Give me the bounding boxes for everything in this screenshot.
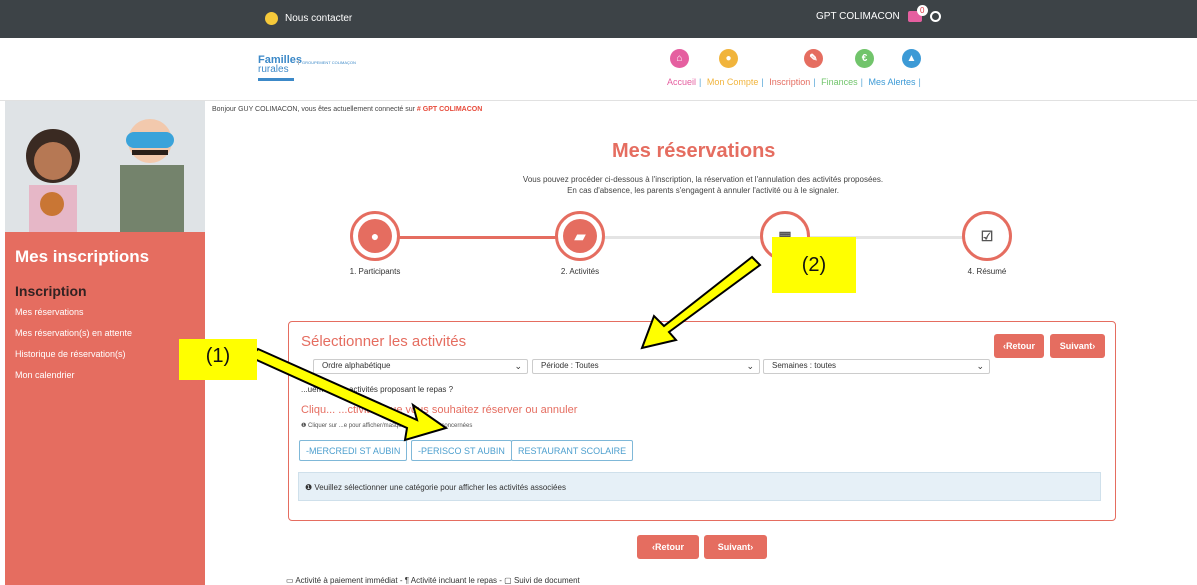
logo-bar [258,78,294,81]
category-mercredi[interactable]: -MERCREDI ST AUBIN [299,440,408,461]
page-title: Mes réservations [612,140,776,162]
welcome-message: Bonjour GUY COLIMACON, vous êtes actuell… [212,106,417,113]
period-select[interactable]: Période : Toutes ⌄ [532,359,760,374]
account-name: GPT COLIMACON [816,11,900,22]
next-button-top[interactable]: Suivant› [1050,334,1105,358]
panel-title: Sélectionner les activités [301,333,467,350]
weeks-select[interactable]: Semaines : toutes ⌄ [763,359,990,374]
header: Familles rurales GROUPEMENT COLIMAÇON ⌂ … [0,38,1197,101]
hint-text: ❶ Cliquer sur ...e pour afficher/masquer… [301,423,473,429]
sidebar-item-reservations[interactable]: Mes réservations [15,307,132,328]
mail-badge: 0 [916,5,928,16]
euro-icon[interactable]: € [855,49,874,68]
users-icon: ● [358,219,392,253]
activity-panel: Sélectionner les activités ‹Retour Suiva… [288,321,1116,521]
book-icon: ▰ [563,219,597,253]
alert-icon[interactable]: ▲ [902,49,921,68]
welcome-text: Bonjour GUY COLIMACON, vous êtes actuell… [212,106,482,113]
nav-links: Accueil | Mon Compte | Inscription | Financ… [664,77,921,87]
category-restaurant[interactable]: RESTAURANT SCOLAIRE [511,440,634,461]
sidebar-item-pending[interactable]: Mes réservation(s) en attente [15,328,132,349]
nav-inscription[interactable]: Inscription [766,77,813,87]
home-icon[interactable]: ⌂ [670,49,689,68]
category-perisco[interactable]: -PERISCO ST AUBIN [411,440,512,461]
account-icon[interactable]: ● [719,49,738,68]
sidebar: Mes inscriptions Inscription Mes réserva… [5,101,205,585]
logo-line2: rurales [258,64,289,75]
next-button[interactable]: Suivant› [704,535,767,559]
contact-label: Nous contacter [285,13,353,24]
nav-mon-compte[interactable]: Mon Compte [704,77,762,87]
account-area[interactable]: GPT COLIMACON 0 [816,5,941,22]
step-label: 2. Activités [560,267,600,276]
period-value: Période : Toutes [541,361,599,370]
step-line-1 [375,236,580,239]
chevron-down-icon: ⌄ [746,361,754,371]
chevron-down-icon: ⌄ [976,361,984,371]
mail-icon[interactable]: 0 [907,5,928,22]
progress-steps: ● 1. Participants ▰ 2. Activités ▦ 3. ..… [340,211,1020,281]
weeks-value: Semaines : toutes [772,361,837,370]
sidebar-item-calendar[interactable]: Mon calendrier [15,370,132,391]
pencil-icon[interactable]: ✎ [804,49,823,68]
chevron-down-icon: ⌄ [514,361,522,371]
sidebar-section: Inscription [15,283,87,299]
top-bar: Nous contacter GPT COLIMACON 0 [0,0,1197,38]
back-button[interactable]: ‹Retour [637,535,699,559]
sidebar-menu: Mes réservations Mes réservation(s) en a… [15,307,132,391]
step-activities[interactable]: ▰ 2. Activités [555,211,605,276]
legend-note: ▭ Activité à paiement immédiat - ¶ Activ… [286,576,580,585]
back-button-top[interactable]: ‹Retour [994,334,1044,358]
nav-finances[interactable]: Finances [818,77,861,87]
children-illustration [5,101,205,232]
notice-box: ❶ Veuillez sélectionner une catégorie po… [298,472,1101,501]
callout-one: (1) [179,339,257,380]
step-summary[interactable]: ☑ 4. Résumé [962,211,1012,276]
nav-accueil[interactable]: Accueil [664,77,699,87]
contact-link[interactable]: Nous contacter [265,12,352,25]
step-label: 1. Participants [349,267,401,276]
click-instruction: Cliqu... ...ctivités que vous souhaitez … [301,404,578,416]
intro-line2: En cas d'absence, les parents s'engagent… [567,186,839,195]
nav-mes-alertes[interactable]: Mes Alertes [865,77,918,87]
step-participants[interactable]: ● 1. Participants [350,211,400,276]
step-label: 4. Résumé [967,267,1007,276]
logout-icon[interactable] [929,11,941,22]
welcome-org[interactable]: # GPT COLIMACON [417,106,482,113]
logo[interactable]: Familles rurales GROUPEMENT COLIMAÇON [258,55,362,83]
sidebar-item-history[interactable]: Historique de réservation(s) [15,349,132,370]
intro-line1: Vous pouvez procéder ci-dessous à l'insc… [522,175,884,184]
chat-icon [265,12,278,25]
intro-text: Vous pouvez procéder ci-dessous à l'insc… [460,174,946,196]
logo-group: GROUPEMENT COLIMAÇON [298,60,356,65]
sidebar-title: Mes inscriptions [15,247,150,266]
callout-two: (2) [772,237,856,293]
check-icon: ☑ [970,219,1004,253]
order-select[interactable]: Ordre alphabétique ⌄ [313,359,528,374]
meal-filter[interactable]: ...uement les activités proposant le rep… [301,385,453,394]
order-value: Ordre alphabétique [322,361,391,370]
banner-photo [5,101,205,232]
